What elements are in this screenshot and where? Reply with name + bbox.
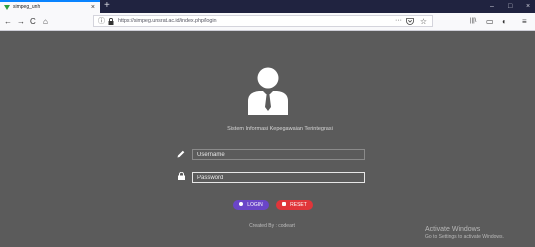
url-text[interactable]: https://simpeg.unsrat.ac.id/index.php/lo… [118,16,217,27]
login-icon [239,201,244,206]
menu-icon[interactable]: ≡ [522,13,527,30]
tab-title: simpeg_unh [13,4,41,10]
watermark-subtitle: Go to Settings to activate Windows. [425,234,504,240]
new-tab-button[interactable]: + [104,0,110,12]
forward-arrow-icon[interactable]: → [17,13,25,30]
reset-button-label: RESET [290,202,307,208]
sidebar-icon[interactable]: ▭ [486,13,494,30]
footer-credit: Created By : codeart [249,223,295,229]
back-arrow-icon[interactable]: ← [4,13,12,30]
tab-favicon-icon [4,5,10,10]
reload-icon[interactable]: C [30,13,36,30]
lock-icon [178,172,185,180]
reset-icon [282,201,287,206]
bookmark-star-icon[interactable]: ☆ [420,16,427,27]
home-icon[interactable]: ⌂ [43,13,48,30]
reset-button[interactable]: RESET [276,200,313,210]
pencil-icon [177,150,185,158]
login-button[interactable]: LOGIN [233,200,269,210]
lock-icon [108,18,114,25]
info-icon[interactable]: ⓘ [98,16,105,27]
browser-navbar: ← → C ⌂ ⓘ https://simpeg.unsrat.ac.id/in… [0,13,535,31]
page-actions-icon[interactable]: ··· [395,16,402,26]
watermark-title: Activate Windows [425,226,481,233]
library-icon[interactable]: |||\ [470,13,476,30]
close-window-button[interactable]: × [526,0,530,13]
pocket-icon[interactable] [406,18,414,25]
browser-titlebar: simpeg_unh × + – □ × [0,0,535,13]
url-bar[interactable]: ⓘ https://simpeg.unsrat.ac.id/index.php/… [93,15,433,27]
app-title: Sistem Informasi Kepegawaian Terintegras… [227,126,333,132]
user-avatar-icon [248,67,288,115]
browser-tab[interactable]: simpeg_unh × [0,0,100,13]
minimize-button[interactable]: – [490,0,494,13]
login-button-label: LOGIN [247,202,263,208]
activate-windows-watermark: Activate Windows Go to Settings to activ… [425,226,504,241]
maximize-button[interactable]: □ [508,0,512,13]
password-input[interactable] [192,172,365,183]
username-input[interactable] [192,149,365,160]
account-icon[interactable]: ◐ [502,13,507,30]
tab-close-icon[interactable]: × [91,3,95,12]
